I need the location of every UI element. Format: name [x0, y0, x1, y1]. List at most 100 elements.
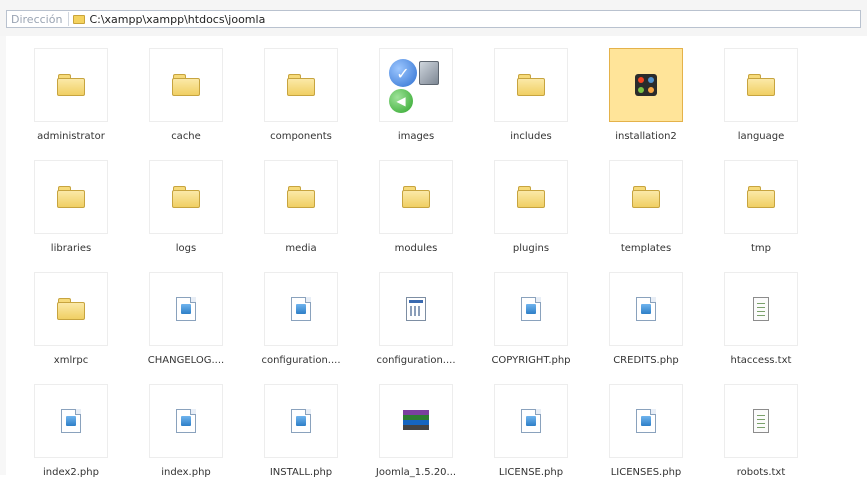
folder-icon — [747, 74, 775, 96]
file-thumbnail[interactable] — [264, 160, 338, 234]
file-name: index.php — [161, 467, 211, 478]
file-item[interactable]: index2.php — [14, 374, 124, 486]
file-item[interactable]: htaccess.txt — [704, 262, 814, 374]
file-item[interactable]: COPYRIGHT.php — [474, 262, 584, 374]
file-item[interactable]: LICENSE.php — [474, 374, 584, 486]
file-item[interactable]: libraries — [14, 150, 124, 262]
folder-icon — [172, 186, 200, 208]
address-separator — [68, 12, 70, 26]
file-name: index2.php — [43, 467, 99, 478]
file-thumbnail[interactable] — [609, 384, 683, 458]
file-thumbnail[interactable] — [609, 48, 683, 122]
folder-icon — [57, 298, 85, 320]
php-file-icon — [521, 409, 541, 433]
file-thumbnail[interactable] — [494, 384, 568, 458]
file-thumbnail[interactable] — [494, 160, 568, 234]
file-name: media — [285, 243, 317, 254]
file-name: xmlrpc — [53, 355, 89, 366]
file-item[interactable]: tmp — [704, 150, 814, 262]
file-item[interactable]: logs — [129, 150, 239, 262]
file-item[interactable]: Joomla_1.5.20... — [359, 374, 469, 486]
file-item[interactable]: configuration.... — [359, 262, 469, 374]
rar-archive-icon — [403, 410, 429, 432]
file-name: CREDITS.php — [613, 355, 679, 366]
file-name: includes — [510, 131, 552, 142]
file-item[interactable]: media — [244, 150, 354, 262]
file-name: Joomla_1.5.20... — [375, 467, 457, 478]
file-name: CHANGELOG.... — [147, 355, 225, 366]
file-name: modules — [394, 243, 438, 254]
file-item[interactable]: templates — [589, 150, 699, 262]
php-file-icon — [176, 297, 196, 321]
file-thumbnail[interactable] — [379, 160, 453, 234]
file-item[interactable]: language — [704, 38, 814, 150]
folder-icon — [632, 186, 660, 208]
file-thumbnail[interactable] — [149, 384, 223, 458]
file-name: cache — [171, 131, 201, 142]
folder-icon — [287, 186, 315, 208]
file-name: LICENSES.php — [610, 467, 682, 478]
file-item[interactable]: CREDITS.php — [589, 262, 699, 374]
file-name: libraries — [50, 243, 92, 254]
address-field[interactable]: Dirección C:\xampp\xampp\htdocs\joomla — [6, 10, 861, 28]
file-item[interactable]: administrator — [14, 38, 124, 150]
file-thumbnail[interactable] — [34, 160, 108, 234]
file-item[interactable]: components — [244, 38, 354, 150]
file-item[interactable]: index.php — [129, 374, 239, 486]
file-thumbnail[interactable] — [149, 272, 223, 346]
php-file-icon — [291, 297, 311, 321]
address-path[interactable]: C:\xampp\xampp\htdocs\joomla — [89, 13, 265, 26]
php-file-icon — [636, 409, 656, 433]
file-item[interactable]: ✓ ◀ images — [359, 38, 469, 150]
file-item[interactable]: INSTALL.php — [244, 374, 354, 486]
file-thumbnail[interactable] — [149, 160, 223, 234]
file-item[interactable]: modules — [359, 150, 469, 262]
file-thumbnail[interactable] — [609, 160, 683, 234]
config-file-icon — [406, 297, 426, 321]
file-thumbnail[interactable] — [264, 384, 338, 458]
file-name: configuration.... — [261, 355, 341, 366]
file-item[interactable]: CHANGELOG.... — [129, 262, 239, 374]
file-item[interactable]: robots.txt — [704, 374, 814, 486]
file-name: htaccess.txt — [730, 355, 792, 366]
file-item[interactable]: cache — [129, 38, 239, 150]
file-item[interactable]: xmlrpc — [14, 262, 124, 374]
php-file-icon — [521, 297, 541, 321]
file-thumbnail[interactable] — [724, 384, 798, 458]
file-item[interactable]: plugins — [474, 150, 584, 262]
file-item[interactable]: LICENSES.php — [589, 374, 699, 486]
file-item[interactable]: includes — [474, 38, 584, 150]
joomla-logo-icon — [635, 74, 657, 96]
file-thumbnail[interactable] — [34, 272, 108, 346]
file-thumbnail[interactable] — [34, 384, 108, 458]
file-thumbnail[interactable] — [379, 384, 453, 458]
address-label: Dirección — [11, 12, 63, 26]
file-thumbnail[interactable] — [34, 48, 108, 122]
file-thumbnail[interactable] — [264, 48, 338, 122]
file-item[interactable]: installation2 — [589, 38, 699, 150]
folder-icon — [287, 74, 315, 96]
file-grid: administrator cache components ✓ ◀ images incl… — [6, 36, 867, 478]
file-name: configuration.... — [376, 355, 456, 366]
file-name: logs — [175, 243, 197, 254]
file-name: administrator — [37, 131, 105, 142]
folder-icon — [172, 74, 200, 96]
file-thumbnail[interactable] — [149, 48, 223, 122]
file-thumbnail[interactable]: ✓ ◀ — [379, 48, 453, 122]
file-thumbnail[interactable] — [724, 272, 798, 346]
file-thumbnail[interactable] — [609, 272, 683, 346]
php-file-icon — [636, 297, 656, 321]
file-name: components — [270, 131, 332, 142]
file-item[interactable]: configuration.... — [244, 262, 354, 374]
file-thumbnail[interactable] — [724, 48, 798, 122]
file-thumbnail[interactable] — [494, 48, 568, 122]
file-thumbnail[interactable] — [379, 272, 453, 346]
file-thumbnail[interactable] — [264, 272, 338, 346]
file-thumbnail[interactable] — [494, 272, 568, 346]
file-name: tmp — [750, 243, 771, 254]
file-name: templates — [620, 243, 672, 254]
file-thumbnail[interactable] — [724, 160, 798, 234]
folder-icon — [517, 74, 545, 96]
file-name: LICENSE.php — [498, 467, 564, 478]
folder-icon — [517, 186, 545, 208]
